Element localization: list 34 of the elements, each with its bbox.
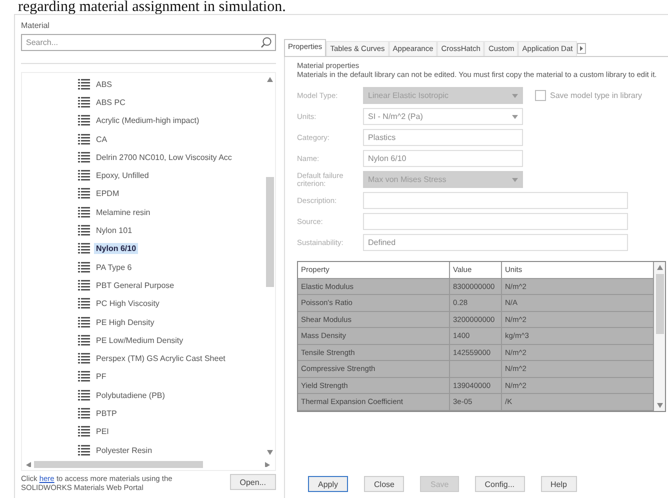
tree-item[interactable]: Acrylic (Medium-high impact) (94, 115, 202, 126)
tree-item[interactable]: PA Type 6 (94, 262, 134, 273)
tree-item[interactable]: Perspex (TM) GS Acrylic Cast Sheet (94, 353, 228, 364)
checkbox-label: Save model type in library (550, 91, 642, 100)
open-button[interactable]: Open... (230, 474, 276, 490)
tree-item[interactable]: ABS (94, 78, 114, 90)
input-field[interactable]: Plastics (363, 129, 523, 146)
input-field[interactable]: Nylon 6/10 (363, 150, 523, 167)
tree-item[interactable]: PC High Viscosity (94, 298, 162, 310)
dropdown[interactable]: SI - N/m^2 (Pa) (363, 108, 523, 125)
tree-item[interactable]: ABS PC (94, 96, 128, 108)
tree-item[interactable]: EPDM (94, 188, 122, 200)
tree-item[interactable]: Melamine resin (94, 206, 152, 218)
tree-item[interactable]: PE High Density (94, 316, 156, 328)
dialog-button[interactable]: Apply (308, 476, 348, 492)
tree-item[interactable]: Delrin 2700 NC010, Low Viscosity Acc (94, 152, 234, 163)
search-field[interactable]: Search... (21, 34, 276, 51)
tree-item[interactable]: PBT General Purpose (94, 280, 176, 291)
tree-item[interactable]: PBTP (94, 408, 119, 419)
tree-item[interactable]: PE Low/Medium Density (94, 334, 186, 346)
tree-item[interactable]: PF (94, 371, 108, 382)
dialog-button[interactable]: Help (540, 476, 577, 492)
dialog-button[interactable]: Config... (474, 476, 525, 492)
tree-item[interactable]: Epoxy, Unfilled (94, 170, 151, 182)
dialog-button[interactable]: Close (364, 476, 404, 492)
input-field[interactable]: Defined (363, 234, 628, 251)
tree-item[interactable]: Nylon 6/10 (94, 243, 138, 254)
caption-text: regarding material assignment in simulation. (17, 0, 287, 14)
tree-item[interactable]: Nylon 101 (94, 225, 134, 236)
tree-item[interactable]: PEI (94, 426, 111, 438)
tree-item[interactable]: Polybutadiene (PB) (94, 390, 167, 401)
tree-item[interactable]: Polyester Resin (94, 444, 154, 456)
window-title: Material (20, 20, 50, 32)
tree-item[interactable]: CA (94, 134, 110, 145)
